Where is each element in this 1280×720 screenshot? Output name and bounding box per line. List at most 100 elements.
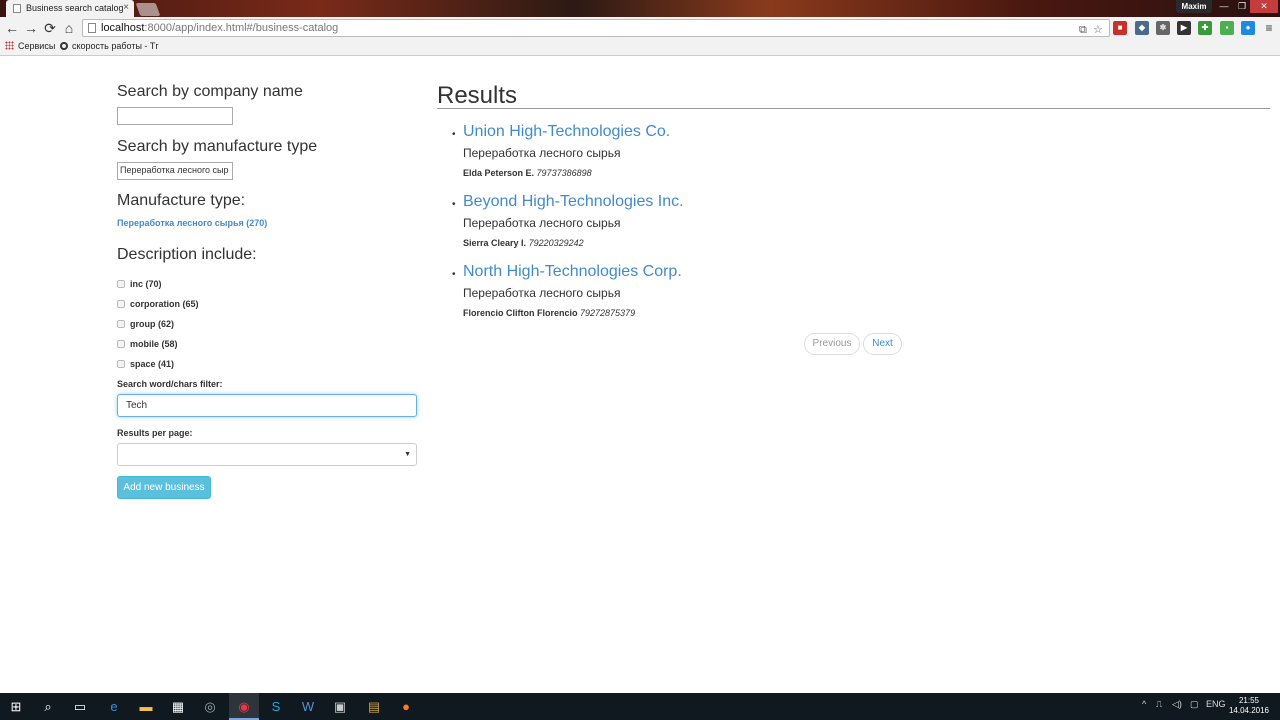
tray-expand-icon[interactable]: ^ bbox=[1142, 699, 1146, 709]
forward-arrow-icon[interactable]: → bbox=[22, 19, 40, 37]
business-type: Переработка лесного сырья bbox=[463, 286, 621, 300]
skype-icon[interactable]: S bbox=[266, 697, 286, 716]
manufacture-search-input[interactable]: Переработка лесного сыр bbox=[117, 162, 233, 180]
edge-browser-icon[interactable]: e bbox=[104, 697, 124, 716]
page-icon bbox=[88, 23, 96, 33]
adblock-extension-icon[interactable]: ■ bbox=[1113, 21, 1127, 35]
list-bullet: • bbox=[452, 269, 456, 280]
description-option[interactable]: mobile (58) bbox=[117, 339, 178, 349]
company-search-input[interactable] bbox=[117, 107, 233, 125]
list-bullet: • bbox=[452, 129, 456, 140]
address-bar[interactable]: localhost:8000/app/index.html#/business-… bbox=[82, 19, 1110, 37]
search-icon[interactable]: ⌕ bbox=[38, 697, 58, 716]
word-icon[interactable]: W bbox=[298, 697, 318, 716]
per-page-label: Results per page: bbox=[117, 428, 193, 438]
language-indicator[interactable]: ENG bbox=[1206, 699, 1226, 709]
bookmark-star-icon[interactable]: ☆ bbox=[1093, 22, 1103, 38]
apps-grid-icon bbox=[5, 41, 14, 50]
checkbox[interactable] bbox=[117, 320, 125, 328]
speed-icon bbox=[60, 42, 68, 50]
reload-icon[interactable]: ⟳ bbox=[41, 19, 59, 37]
browser-toolbar: ← → ⟳ ⌂ localhost:8000/app/index.html#/b… bbox=[0, 17, 1280, 39]
list-bullet: • bbox=[452, 199, 456, 210]
manufacture-type-link[interactable]: Переработка лесного сырья (270) bbox=[117, 218, 267, 228]
option-label: mobile (58) bbox=[130, 339, 178, 349]
task-view-icon[interactable]: ▭ bbox=[70, 697, 90, 716]
contact-name: Florencio Clifton Florencio bbox=[463, 308, 578, 318]
bookmark-label: Сервисы bbox=[18, 41, 56, 51]
clock-time: 21:55 bbox=[1238, 696, 1260, 705]
notifications-icon[interactable]: ▢ bbox=[1190, 699, 1199, 710]
menu-icon[interactable]: ≡ bbox=[1262, 21, 1276, 35]
company-search-heading: Search by company name bbox=[117, 83, 303, 100]
steam-icon[interactable]: ◎ bbox=[200, 697, 220, 716]
volume-icon[interactable]: ◁) bbox=[1172, 699, 1182, 710]
filter-label: Search word/chars filter: bbox=[117, 379, 223, 389]
home-icon[interactable]: ⌂ bbox=[60, 19, 78, 37]
result-item: • Union High-Technologies Co. Переработк… bbox=[452, 123, 1052, 183]
store-icon[interactable]: ▦ bbox=[168, 697, 188, 716]
skype-extension-icon[interactable]: ● bbox=[1241, 21, 1255, 35]
description-option[interactable]: space (41) bbox=[117, 359, 174, 369]
add-business-button[interactable]: Add new business bbox=[117, 476, 211, 499]
word-filter-input[interactable]: Tech bbox=[117, 394, 417, 417]
app-icon[interactable]: ▤ bbox=[364, 697, 384, 716]
taskbar-clock[interactable]: 21:55 14.04.2016 bbox=[1226, 696, 1272, 716]
description-option[interactable]: group (62) bbox=[117, 319, 174, 329]
translate-icon[interactable]: ⧉ bbox=[1079, 22, 1087, 38]
bookmarks-bar: Сервисы скорость работы - Тг bbox=[0, 39, 1280, 56]
windows-taskbar: ⊞ ⌕ ▭ e ▬ ▦ ◎ ◉ S W ▣ ▤ ● ^ ⎍ ◁) ▢ ENG 2… bbox=[0, 693, 1280, 720]
file-explorer-icon[interactable]: ▬ bbox=[136, 697, 156, 716]
url-path: :8000/app/index.html#/business-catalog bbox=[144, 22, 339, 34]
tab-title: Business search catalog bbox=[26, 3, 124, 13]
window-maximize-button[interactable]: ❐ bbox=[1234, 0, 1250, 13]
bookmark-apps[interactable]: Сервисы bbox=[5, 41, 55, 51]
checkbox[interactable] bbox=[117, 360, 125, 368]
contact-phone: 79272875379 bbox=[580, 308, 636, 318]
checkbox[interactable] bbox=[117, 280, 125, 288]
contact-phone: 79220329242 bbox=[528, 238, 584, 248]
checkbox[interactable] bbox=[117, 340, 125, 348]
tab-close-icon[interactable]: × bbox=[123, 2, 129, 13]
business-name-link[interactable]: North High-Technologies Corp. bbox=[463, 263, 682, 281]
business-name-link[interactable]: Union High-Technologies Co. bbox=[463, 123, 670, 141]
business-type: Переработка лесного сырья bbox=[463, 216, 621, 230]
contact-name: Sierra Cleary I. bbox=[463, 238, 527, 248]
puzzle-extension-icon[interactable]: ✚ bbox=[1198, 21, 1212, 35]
network-icon[interactable]: ⎍ bbox=[1156, 699, 1162, 710]
results-divider bbox=[437, 108, 1270, 109]
browser-tab[interactable]: Business search catalog × bbox=[6, 0, 134, 17]
window-minimize-button[interactable]: — bbox=[1214, 0, 1234, 13]
checkbox[interactable] bbox=[117, 300, 125, 308]
description-option[interactable]: inc (70) bbox=[117, 279, 162, 289]
start-windows-icon[interactable]: ⊞ bbox=[6, 697, 26, 716]
previous-page-button[interactable]: Previous bbox=[804, 333, 860, 355]
option-label: corporation (65) bbox=[130, 299, 199, 309]
bookmark-speed[interactable]: скорость работы - Тг bbox=[60, 41, 159, 51]
terminal-icon[interactable]: ▣ bbox=[330, 697, 350, 716]
description-heading: Description include: bbox=[117, 246, 257, 263]
play-extension-icon[interactable]: ▶ bbox=[1177, 21, 1191, 35]
manufacture-search-heading: Search by manufacture type bbox=[117, 138, 318, 155]
description-option[interactable]: corporation (65) bbox=[117, 299, 199, 309]
results-per-page-select[interactable]: ▼ bbox=[117, 443, 417, 466]
clock-date: 14.04.2016 bbox=[1228, 706, 1270, 715]
new-tab-button[interactable] bbox=[135, 3, 161, 16]
chrome-icon[interactable]: ◉ bbox=[234, 697, 254, 716]
business-contact: Florencio Clifton Florencio 79272875379 bbox=[463, 308, 635, 318]
green-extension-icon[interactable]: ▪ bbox=[1220, 21, 1234, 35]
business-name-link[interactable]: Beyond High-Technologies Inc. bbox=[463, 193, 684, 211]
settings-extension-icon[interactable]: ✲ bbox=[1156, 21, 1170, 35]
firefox-icon[interactable]: ● bbox=[396, 697, 416, 716]
back-arrow-icon[interactable]: ← bbox=[3, 19, 21, 37]
window-close-button[interactable]: ✕ bbox=[1250, 0, 1278, 13]
next-page-button[interactable]: Next bbox=[863, 333, 902, 355]
result-item: • Beyond High-Technologies Inc. Перерабо… bbox=[452, 193, 1052, 253]
contact-name: Elda Peterson E. bbox=[463, 168, 535, 178]
result-item: • North High-Technologies Corp. Перерабо… bbox=[452, 263, 1052, 323]
url-host: localhost bbox=[101, 22, 145, 34]
profile-user-badge[interactable]: Maxim bbox=[1176, 0, 1212, 13]
manufacture-type-heading: Manufacture type: bbox=[117, 192, 246, 209]
vpn-extension-icon[interactable]: ◆ bbox=[1135, 21, 1149, 35]
business-contact: Sierra Cleary I. 79220329242 bbox=[463, 238, 584, 248]
